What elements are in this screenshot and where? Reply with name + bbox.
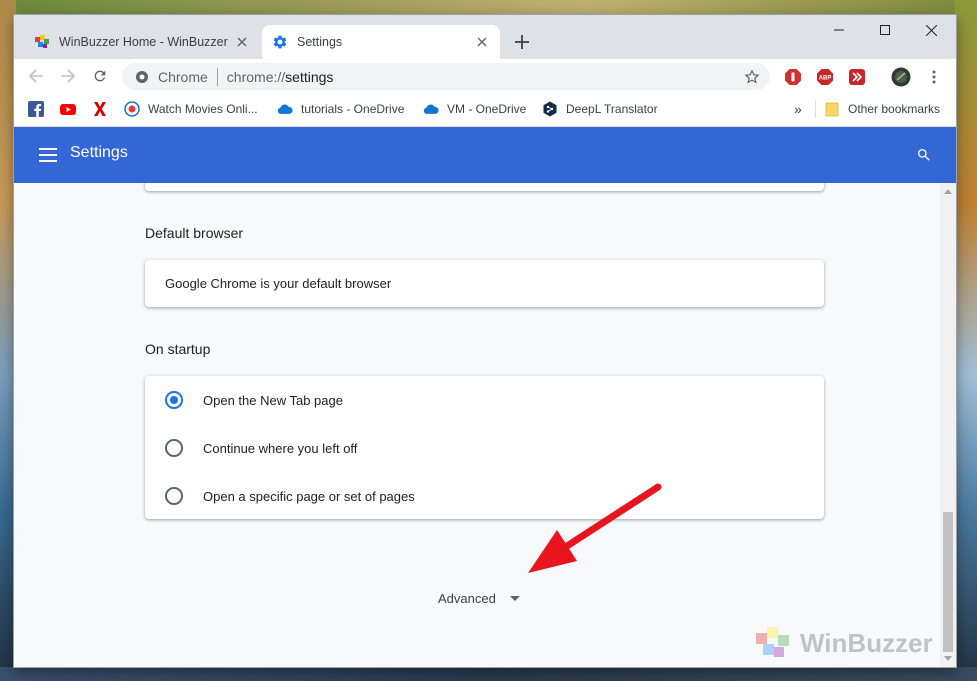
scroll-down-arrow-icon[interactable] (944, 656, 952, 661)
advanced-label: Advanced (438, 591, 496, 606)
menu-dots-icon[interactable] (924, 67, 944, 87)
advanced-toggle[interactable]: Advanced (438, 591, 520, 606)
startup-option-label: Open the New Tab page (203, 392, 343, 408)
bookmark-label: Watch Movies Onli... (148, 102, 258, 116)
radio-button[interactable] (165, 439, 183, 457)
forward-button[interactable] (56, 64, 80, 88)
caret-down-icon (509, 596, 520, 601)
maximize-button[interactable] (862, 15, 908, 45)
bookmark-label: VM - OneDrive (447, 102, 527, 116)
address-bar[interactable]: Chrome chrome://settings (122, 63, 770, 90)
default-browser-heading: Default browser (145, 225, 244, 241)
default-browser-card: Google Chrome is your default browser (145, 260, 824, 307)
bookmark-star-icon[interactable] (742, 67, 762, 87)
folder-icon (824, 101, 840, 117)
startup-option-new-tab[interactable]: Open the New Tab page (165, 388, 343, 412)
scrollbar[interactable] (940, 183, 956, 667)
x-icon (92, 101, 108, 117)
startup-option-label: Continue where you left off (203, 440, 358, 456)
page-title: Settings (70, 144, 128, 161)
radio-button[interactable] (165, 487, 183, 505)
reload-button[interactable] (88, 64, 112, 88)
settings-header: Settings (14, 127, 956, 183)
close-tab-icon[interactable] (474, 34, 490, 50)
tab-title: WinBuzzer Home - WinBuzzer (59, 35, 228, 49)
deepl-icon (542, 101, 558, 117)
profile-avatar[interactable] (891, 67, 911, 87)
minimize-button[interactable] (816, 15, 862, 45)
facebook-icon (28, 101, 44, 117)
bookmarks-bar: Watch Movies Onli... tutorials - OneDriv… (14, 93, 956, 127)
svg-text:ABP: ABP (819, 76, 832, 82)
on-startup-heading: On startup (145, 341, 211, 357)
scrollbar-thumb[interactable] (943, 512, 953, 652)
movies-icon (124, 101, 140, 117)
url-text: chrome://settings (227, 69, 742, 85)
bookmark-tutorials-onedrive[interactable]: tutorials - OneDrive (277, 99, 404, 119)
new-tab-button[interactable] (511, 31, 533, 53)
bookmarks-overflow-button[interactable]: » (794, 99, 802, 119)
tab-winbuzzer[interactable]: WinBuzzer Home - WinBuzzer (24, 25, 260, 59)
bookmark-vm-onedrive[interactable]: VM - OneDrive (423, 99, 526, 119)
desktop-background-top (0, 0, 977, 16)
onedrive-icon (277, 101, 293, 117)
bookmark-label: DeepL Translator (566, 102, 658, 116)
startup-option-continue[interactable]: Continue where you left off (165, 436, 357, 460)
youtube-icon (60, 101, 76, 117)
startup-option-specific-pages[interactable]: Open a specific page or set of pages (165, 484, 415, 508)
tab-settings[interactable]: Settings (262, 25, 500, 59)
url-path: settings (285, 68, 334, 85)
previous-section-card (145, 183, 824, 191)
watermark-logo-icon (756, 627, 789, 657)
gear-icon (272, 34, 288, 50)
chrome-chip: Chrome (158, 68, 208, 85)
toolbar: Chrome chrome://settings ABP (14, 59, 956, 93)
close-window-button[interactable] (908, 15, 954, 45)
tab-strip: WinBuzzer Home - WinBuzzer Settings (14, 15, 956, 59)
settings-content: Default browser Google Chrome is your de… (14, 183, 940, 667)
hamburger-menu-icon[interactable] (36, 143, 60, 167)
chrome-site-icon (134, 69, 150, 85)
winbuzzer-favicon (34, 34, 50, 50)
other-bookmarks[interactable]: Other bookmarks (824, 99, 940, 119)
url-scheme: chrome:// (226, 68, 286, 85)
onedrive-icon (423, 101, 439, 117)
bookmark-label: tutorials - OneDrive (301, 102, 405, 116)
bookmark-facebook[interactable] (28, 99, 52, 119)
bookmark-x[interactable] (92, 99, 116, 119)
desktop-background-right (955, 0, 977, 681)
radio-button-selected[interactable] (165, 391, 183, 409)
back-button[interactable] (24, 64, 48, 88)
search-icon[interactable] (912, 143, 936, 167)
scroll-up-arrow-icon[interactable] (944, 189, 952, 194)
watermark-text: WinBuzzer (800, 627, 933, 658)
chrome-window: WinBuzzer Home - WinBuzzer Settings Chro… (14, 15, 956, 667)
startup-option-label: Open a specific page or set of pages (203, 488, 415, 504)
close-tab-icon[interactable] (234, 34, 250, 50)
default-browser-status: Google Chrome is your default browser (165, 276, 392, 291)
bookmark-deepl[interactable]: DeepL Translator (542, 99, 658, 119)
winbuzzer-watermark: WinBuzzer (754, 625, 933, 661)
bookmark-youtube[interactable] (60, 99, 84, 119)
tab-title: Settings (297, 35, 343, 49)
stop-extension-icon[interactable] (783, 67, 803, 87)
other-bookmarks-label: Other bookmarks (848, 102, 941, 116)
video-extension-icon[interactable] (847, 67, 867, 87)
bookmarks-divider (815, 100, 816, 118)
adblock-plus-icon[interactable]: ABP (815, 67, 835, 87)
desktop-background-bottom (0, 667, 977, 681)
bookmark-movies[interactable]: Watch Movies Onli... (124, 99, 258, 119)
on-startup-card: Open the New Tab page Continue where you… (145, 376, 824, 519)
omnibox-separator (216, 67, 218, 86)
